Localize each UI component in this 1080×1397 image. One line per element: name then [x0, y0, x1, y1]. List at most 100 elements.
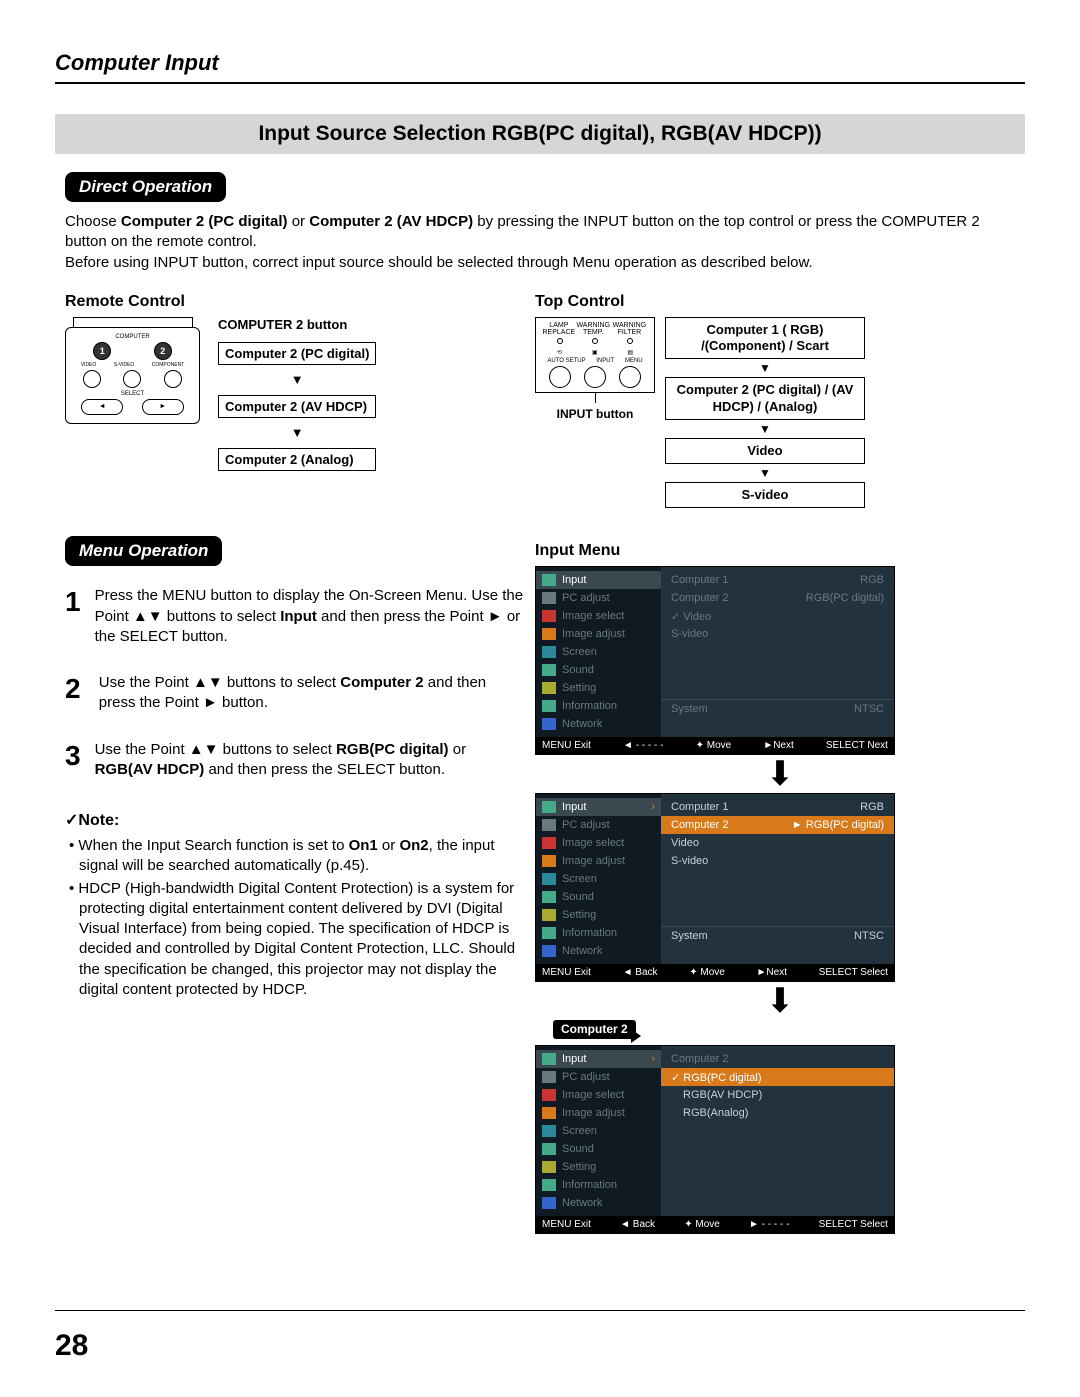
screen-icon	[542, 646, 556, 658]
menu-item: Setting	[562, 682, 596, 694]
menu-item: Image adjust	[562, 628, 625, 640]
header-rule	[55, 82, 1025, 84]
screen-icon	[542, 873, 556, 885]
osd-footer: MENU Exit ◄ Back ✦ Move ► - - - - - SELE…	[536, 1216, 894, 1233]
notes-list: When the Input Search function is set to…	[69, 836, 525, 1000]
image-select-icon	[542, 1089, 556, 1101]
t: Computer 1	[671, 574, 728, 586]
t: ►Next	[763, 740, 793, 751]
t: SELECT Select	[819, 967, 888, 978]
t: ◄ Back	[623, 967, 658, 978]
t: S-video	[671, 855, 708, 867]
menu-item: Information	[562, 1179, 617, 1191]
t: Video	[671, 837, 699, 849]
menu-item: Input	[562, 801, 586, 813]
menu-item: Image select	[562, 610, 624, 622]
menu-item: Image select	[562, 1089, 624, 1101]
t: Before using INPUT button, correct input…	[65, 254, 813, 271]
t: or	[378, 837, 400, 854]
flow-box: Computer 2 (PC digital) / (AV HDCP) / (A…	[665, 377, 865, 420]
menu-item: PC adjust	[562, 1071, 610, 1083]
label: MENU	[625, 358, 643, 364]
menu-item: Sound	[562, 664, 594, 676]
menu-item: Input	[562, 1053, 586, 1065]
t: Input	[280, 608, 317, 625]
menu-item: Input	[562, 574, 586, 586]
label: LAMP REPLACE	[542, 322, 576, 336]
label: AUTO SETUP	[547, 358, 585, 364]
pc-icon	[542, 819, 556, 831]
label: WARNING TEMP.	[576, 322, 611, 336]
t: On2	[399, 837, 428, 854]
remote-option: Computer 2 (Analog)	[218, 448, 376, 471]
pc-icon	[542, 592, 556, 604]
t: RGB	[860, 574, 884, 586]
step-2: 2 Use the Point ▲▼ buttons to select Com…	[65, 673, 525, 714]
t: Computer 2	[340, 674, 423, 691]
setting-icon	[542, 1161, 556, 1173]
t: Use the Point ▲▼ buttons to select	[99, 674, 340, 691]
t: SELECT Select	[819, 1219, 888, 1230]
t: RGB(Analog)	[671, 1107, 748, 1119]
t: ✦ Move	[684, 1219, 720, 1230]
t: Computer 2	[671, 819, 728, 831]
t: RGB(PC digital)	[683, 1072, 761, 1084]
remote-option: Computer 2 (AV HDCP)	[218, 395, 376, 418]
menu-operation-heading: Menu Operation	[65, 536, 222, 566]
osd-footer: MENU Exit ◄ - - - - - ✦ Move ►Next SELEC…	[536, 737, 894, 754]
menu-item: Network	[562, 945, 602, 957]
label: S-VIDEO	[114, 362, 135, 368]
t: System	[671, 703, 708, 715]
t: Video	[683, 611, 711, 623]
t: SELECT Next	[826, 740, 888, 751]
menu-item: Information	[562, 927, 617, 939]
image-adjust-icon	[542, 1107, 556, 1119]
menu-item: PC adjust	[562, 819, 610, 831]
top-control-diagram: LAMP REPLACE WARNING TEMP. WARNING FILTE…	[535, 317, 655, 393]
osd-menu-screen-3: Input› PC adjust Image select Image adju…	[535, 1045, 895, 1234]
label: WARNING FILTER	[611, 322, 648, 336]
menu-item: Image adjust	[562, 855, 625, 867]
arrow-down-icon: ▼	[665, 424, 865, 434]
step-number: 2	[65, 673, 85, 714]
sound-icon	[542, 664, 556, 676]
menu-item: Network	[562, 1197, 602, 1209]
menu-item: Setting	[562, 909, 596, 921]
info-icon	[542, 1179, 556, 1191]
remote-btn: ◄	[81, 399, 123, 415]
remote-control-heading: Remote Control	[65, 293, 515, 311]
t: Computer 2	[671, 1053, 728, 1065]
t: Computer 2 (AV HDCP)	[309, 213, 473, 230]
input-icon	[542, 1053, 556, 1065]
remote-btn-1: 1	[93, 342, 111, 360]
step-1: 1 Press the MENU button to display the O…	[65, 586, 525, 647]
t: S-video	[671, 628, 708, 640]
t: Computer 2 (PC digital)	[121, 213, 288, 230]
step-number: 3	[65, 740, 81, 781]
t: Computer 1	[671, 801, 728, 813]
label: SELECT	[72, 391, 193, 397]
note-item: HDCP (High-bandwidth Digital Content Pro…	[69, 879, 525, 1001]
input-icon	[542, 801, 556, 813]
t: ✦ Move	[689, 967, 725, 978]
arrow-down-icon: ▼	[218, 428, 376, 438]
menu-item: Sound	[562, 1143, 594, 1155]
note-item: When the Input Search function is set to…	[69, 836, 525, 877]
t: or	[449, 741, 467, 758]
t: RGB	[860, 801, 884, 813]
t: Computer 2	[671, 592, 728, 604]
t: MENU Exit	[542, 967, 591, 978]
label: INPUT	[596, 358, 614, 364]
image-adjust-icon	[542, 855, 556, 867]
t: MENU Exit	[542, 740, 591, 751]
menu-item: Information	[562, 700, 617, 712]
remote-diagram: COMPUTER 1 2 VIDEO S-VIDEO COMPONENT	[65, 327, 200, 424]
flow-box: Computer 1 ( RGB) /(Component) / Scart	[665, 317, 865, 360]
page-banner: Input Source Selection RGB(PC digital), …	[55, 114, 1025, 154]
remote-option: Computer 2 (PC digital)	[218, 342, 376, 365]
t: Choose	[65, 213, 121, 230]
network-icon	[542, 1197, 556, 1209]
network-icon	[542, 945, 556, 957]
menu-item: Network	[562, 718, 602, 730]
menu-item: Screen	[562, 646, 597, 658]
